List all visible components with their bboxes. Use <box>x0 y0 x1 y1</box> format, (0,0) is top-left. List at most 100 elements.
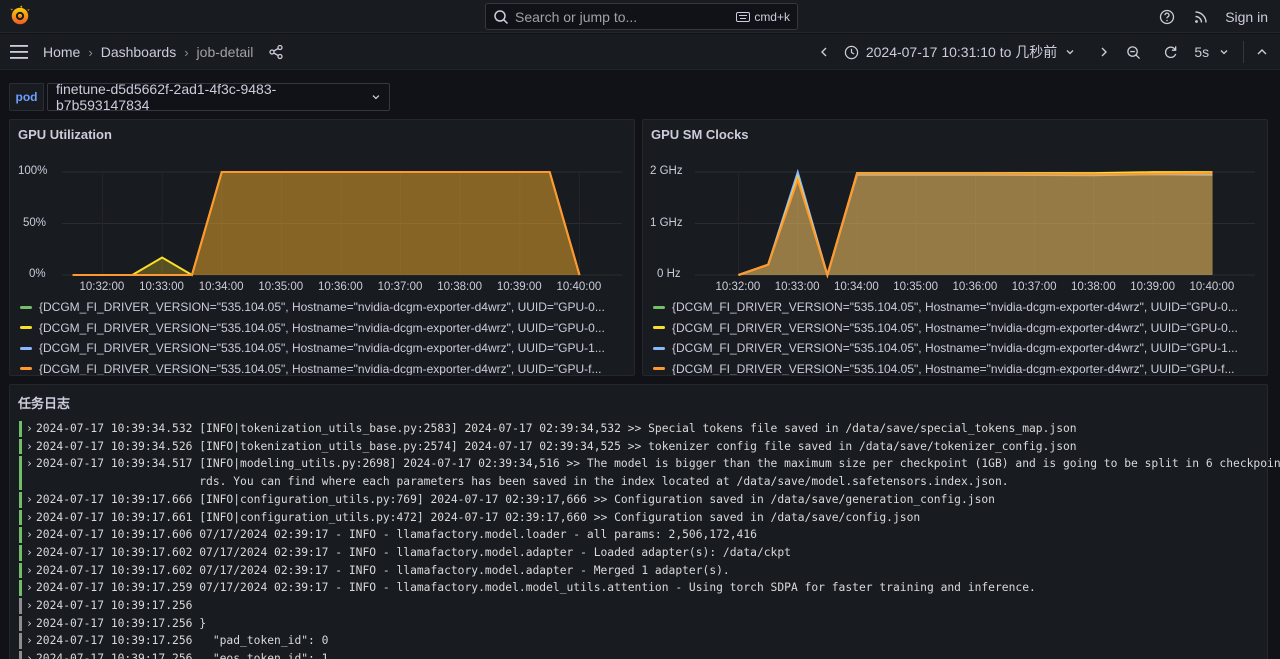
legend-item[interactable]: {DCGM_FI_DRIVER_VERSION="535.104.05", Ho… <box>20 359 605 376</box>
expand-chevron-icon[interactable]: › <box>26 579 33 597</box>
gpu-sm-clocks-chart[interactable] <box>643 120 1268 300</box>
grafana-logo-icon[interactable] <box>9 5 31 27</box>
legend-label: {DCGM_FI_DRIVER_VERSION="535.104.05", Ho… <box>39 300 605 315</box>
legend-item[interactable]: {DCGM_FI_DRIVER_VERSION="535.104.05", Ho… <box>653 318 1238 339</box>
log-level-indicator <box>19 491 22 508</box>
x-tick-label: 10:34:00 <box>834 281 879 293</box>
expand-chevron-icon[interactable]: › <box>26 455 33 473</box>
x-tick-label: 10:35:00 <box>258 281 304 293</box>
x-tick-label: 10:39:00 <box>1130 281 1176 293</box>
log-line[interactable]: › 2024-07-17 10:39:34.517 [INFO|modeling_… <box>19 455 1280 490</box>
time-range-label: 2024-07-17 10:31:10 to 几秒前 <box>865 44 1058 60</box>
refresh-interval-select[interactable]: 5s <box>1194 44 1229 60</box>
legend-item[interactable]: {DCGM_FI_DRIVER_VERSION="535.104.05", Ho… <box>20 338 605 359</box>
log-level-indicator <box>19 421 22 437</box>
rss-icon[interactable] <box>1193 9 1209 25</box>
time-forward-icon[interactable] <box>1098 46 1110 58</box>
top-right-actions: Sign in <box>1141 0 1268 33</box>
legend-label: {DCGM_FI_DRIVER_VERSION="535.104.05", Ho… <box>39 341 605 356</box>
expand-chevron-icon[interactable]: › <box>26 615 33 633</box>
expand-chevron-icon[interactable]: › <box>26 491 33 509</box>
log-level-indicator <box>19 598 22 614</box>
legend-item[interactable]: {DCGM_FI_DRIVER_VERSION="535.104.05", Ho… <box>20 318 605 339</box>
log-line[interactable]: › 2024-07-17 10:39:34.526 [INFO|tokenizat… <box>19 438 1259 456</box>
legend-label: {DCGM_FI_DRIVER_VERSION="535.104.05", Ho… <box>39 320 605 335</box>
legend-swatch <box>20 367 32 371</box>
search-input[interactable]: Search or jump to... cmd+k <box>485 3 798 30</box>
log-line[interactable]: › 2024-07-17 10:39:17.256 "eos_token_id":… <box>19 650 1259 659</box>
expand-chevron-icon[interactable]: › <box>26 597 33 615</box>
log-line[interactable]: › 2024-07-17 10:39:17.256 <box>19 597 1259 615</box>
log-level-indicator <box>19 456 22 490</box>
x-tick-label: 10:38:00 <box>1071 281 1116 293</box>
log-text: 2024-07-17 10:39:34.526 [INFO|tokenizati… <box>36 439 1077 453</box>
log-line[interactable]: › 2024-07-17 10:39:17.256 "pad_token_id":… <box>19 632 1259 650</box>
time-back-icon[interactable] <box>818 46 830 58</box>
x-tick-label: 10:40:00 <box>556 281 602 293</box>
log-line[interactable]: › 2024-07-17 10:39:17.256 } <box>19 615 1259 633</box>
breadcrumb-home[interactable]: Home <box>43 44 80 60</box>
expand-chevron-icon[interactable]: › <box>26 632 33 650</box>
zoom-out-icon[interactable] <box>1126 45 1141 60</box>
menu-icon[interactable] <box>10 44 28 60</box>
legend-item[interactable]: {DCGM_FI_DRIVER_VERSION="535.104.05", Ho… <box>653 338 1238 359</box>
log-text: 2024-07-17 10:39:17.259 07/17/2024 02:39… <box>36 581 1036 595</box>
expand-chevron-icon[interactable]: › <box>26 544 33 562</box>
legend-item[interactable]: {DCGM_FI_DRIVER_VERSION="535.104.05", Ho… <box>20 297 605 318</box>
legend: {DCGM_FI_DRIVER_VERSION="535.104.05", Ho… <box>653 297 1238 375</box>
x-tick-label: 10:37:00 <box>1011 281 1057 293</box>
log-line[interactable]: › 2024-07-17 10:39:17.661 [INFO|configura… <box>19 509 1259 527</box>
log-text: 2024-07-17 10:39:17.602 07/17/2024 02:39… <box>36 563 730 577</box>
share-icon[interactable] <box>268 44 284 60</box>
log-level-indicator <box>19 580 22 597</box>
log-line[interactable]: › 2024-07-17 10:39:17.259 07/17/2024 02:3… <box>19 579 1259 597</box>
legend-label: {DCGM_FI_DRIVER_VERSION="535.104.05", Ho… <box>672 300 1238 315</box>
log-text: 2024-07-17 10:39:34.517 [INFO|modeling_u… <box>36 457 1280 471</box>
variable-label: pod <box>9 83 44 111</box>
expand-chevron-icon[interactable]: › <box>26 420 33 438</box>
series-area <box>738 173 1213 275</box>
legend-label: {DCGM_FI_DRIVER_VERSION="535.104.05", Ho… <box>672 320 1238 335</box>
legend-item[interactable]: {DCGM_FI_DRIVER_VERSION="535.104.05", Ho… <box>653 359 1238 375</box>
expand-chevron-icon[interactable]: › <box>26 562 33 580</box>
gpu-utilization-chart[interactable] <box>10 120 635 300</box>
legend-label: {DCGM_FI_DRIVER_VERSION="535.104.05", Ho… <box>39 361 602 376</box>
legend-item[interactable]: {DCGM_FI_DRIVER_VERSION="535.104.05", Ho… <box>653 297 1238 318</box>
log-level-indicator <box>19 509 22 526</box>
pod-variable-select[interactable]: finetune-d5d5662f-2ad1-4f3c-9483-b7b5931… <box>47 81 390 113</box>
x-tick-label: 10:34:00 <box>198 281 244 293</box>
log-text: 2024-07-17 10:39:17.256 <box>36 599 193 613</box>
x-tick-label: 10:35:00 <box>893 281 939 293</box>
log-text: 2024-07-17 10:39:17.256 } <box>36 616 207 630</box>
chevron-down-icon <box>372 95 380 100</box>
x-tick-label: 10:33:00 <box>774 281 820 293</box>
log-level-indicator <box>19 651 22 659</box>
x-tick-label: 10:33:00 <box>139 281 184 293</box>
time-range-picker[interactable]: 2024-07-17 10:31:10 to 几秒前 <box>844 42 1082 62</box>
expand-chevron-icon[interactable]: › <box>26 509 33 527</box>
breadcrumb-dashboards[interactable]: Dashboards <box>101 44 177 60</box>
log-line[interactable]: › 2024-07-17 10:39:17.666 [INFO|configura… <box>19 491 1259 509</box>
collapse-icon[interactable] <box>1256 46 1268 58</box>
sign-in-link[interactable]: Sign in <box>1225 9 1268 25</box>
gpu-utilization-panel: GPU Utilization 100% 50% 0% 10:32:00 10:3… <box>9 119 635 376</box>
divider <box>1243 41 1244 63</box>
expand-chevron-icon[interactable]: › <box>26 526 33 544</box>
log-line[interactable]: › 2024-07-17 10:39:17.606 07/17/2024 02:3… <box>19 526 1259 544</box>
x-tick-label: 10:38:00 <box>437 281 483 293</box>
log-line[interactable]: › 2024-07-17 10:39:17.602 07/17/2024 02:3… <box>19 562 1259 580</box>
expand-chevron-icon[interactable]: › <box>26 650 33 659</box>
chevron-right-icon: › <box>88 44 93 60</box>
help-icon[interactable] <box>1159 9 1175 25</box>
chevron-down-icon <box>1066 50 1074 55</box>
log-text-continued: rds. You can find where each parameters … <box>36 475 1009 489</box>
log-line[interactable]: › 2024-07-17 10:39:34.532 [INFO|tokenizat… <box>19 420 1259 438</box>
legend-swatch <box>653 326 665 330</box>
log-line[interactable]: › 2024-07-17 10:39:17.602 07/17/2024 02:3… <box>19 544 1259 562</box>
log-lines[interactable]: › 2024-07-17 10:39:34.532 [INFO|tokenizat… <box>19 420 1280 659</box>
expand-chevron-icon[interactable]: › <box>26 438 33 456</box>
log-text: 2024-07-17 10:39:17.602 07/17/2024 02:39… <box>36 545 791 559</box>
refresh-icon[interactable] <box>1163 45 1178 60</box>
x-tick-label: 10:37:00 <box>377 281 423 293</box>
log-text: 2024-07-17 10:39:17.256 "eos_token_id": … <box>36 652 329 659</box>
